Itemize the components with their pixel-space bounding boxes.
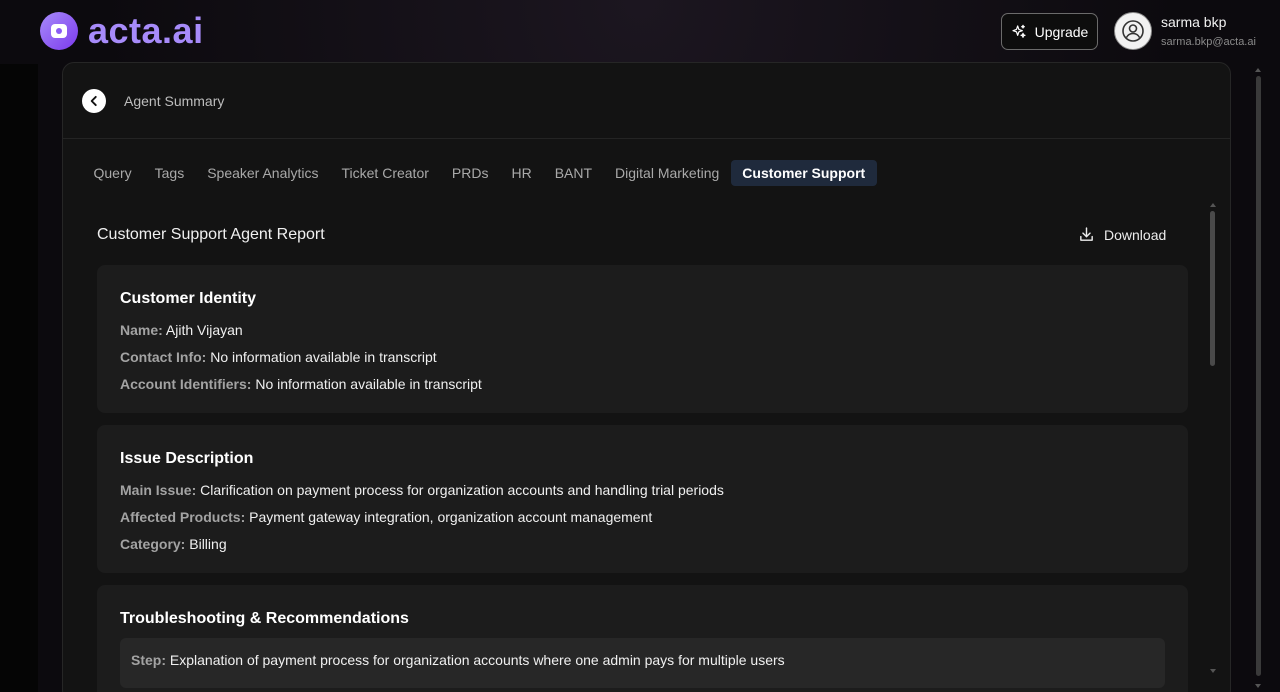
download-label: Download xyxy=(1104,226,1167,243)
logo-mark-icon xyxy=(40,12,78,50)
tab-speaker-analytics[interactable]: Speaker Analytics xyxy=(196,160,330,186)
tab-digital-marketing[interactable]: Digital Marketing xyxy=(604,160,731,186)
scroll-up-icon[interactable] xyxy=(1255,68,1261,72)
top-bar: acta.ai Upgrade sarma bkp sarma.bkp@acta… xyxy=(0,0,1280,64)
tab-tags[interactable]: Tags xyxy=(143,160,196,186)
scroll-down-icon[interactable] xyxy=(1210,669,1216,673)
logo[interactable]: acta.ai xyxy=(40,12,204,50)
agent-summary-panel: Agent Summary Query Tags Speaker Analyti… xyxy=(62,62,1231,692)
field-label: Category: xyxy=(120,536,186,552)
back-button[interactable] xyxy=(82,88,106,113)
troubleshooting-card: Troubleshooting & Recommendations Step: … xyxy=(97,585,1188,692)
scroll-down-icon[interactable] xyxy=(1255,684,1261,688)
logo-text: acta.ai xyxy=(88,10,204,51)
user-email: sarma.bkp@acta.ai xyxy=(1161,35,1256,48)
download-icon xyxy=(1080,227,1093,241)
user-info: sarma bkp sarma.bkp@acta.ai xyxy=(1161,14,1256,49)
download-button[interactable]: Download xyxy=(1078,226,1166,243)
field-label: Main Issue: xyxy=(120,482,197,498)
upgrade-label: Upgrade xyxy=(1034,23,1089,40)
issue-main-row: Main Issue: Clarification on payment pro… xyxy=(120,477,1165,504)
report-title: Customer Support Agent Report xyxy=(97,226,325,243)
field-value: No information available in transcript xyxy=(210,349,437,365)
avatar[interactable] xyxy=(1114,12,1152,50)
troubleshooting-heading: Troubleshooting & Recommendations xyxy=(120,610,409,627)
tab-query[interactable]: Query xyxy=(82,160,143,186)
scroll-up-icon[interactable] xyxy=(1210,203,1216,207)
user-name: sarma bkp xyxy=(1161,13,1227,30)
field-label: Affected Products: xyxy=(120,509,246,525)
report-scrollbar[interactable] xyxy=(1210,203,1216,673)
field-value: Billing xyxy=(189,536,227,552)
field-value: Payment gateway integration, organizatio… xyxy=(249,509,653,525)
tab-prds[interactable]: PRDs xyxy=(440,160,500,186)
issue-description-card: Issue Description Main Issue: Clarificat… xyxy=(97,425,1188,573)
chevron-left-icon xyxy=(90,95,97,106)
troubleshooting-step: Step: Explanation of payment process for… xyxy=(120,638,1165,688)
identity-account-row: Account Identifiers: No information avai… xyxy=(120,371,1165,398)
issue-category-row: Category: Billing xyxy=(120,531,1165,558)
field-label: Contact Info: xyxy=(120,349,207,365)
user-icon xyxy=(1122,20,1144,42)
step-label: Step: xyxy=(131,652,166,668)
field-label: Name: xyxy=(120,322,163,338)
customer-identity-card: Customer Identity Name: Ajith Vijayan Co… xyxy=(97,265,1188,413)
page-scrollbar-thumb[interactable] xyxy=(1256,76,1261,676)
identity-name-row: Name: Ajith Vijayan xyxy=(120,317,1165,344)
panel-header: Agent Summary xyxy=(63,63,1230,139)
field-value: No information available in transcript xyxy=(255,376,482,392)
page-title: Agent Summary xyxy=(124,92,225,109)
agent-tabs: Query Tags Speaker Analytics Ticket Crea… xyxy=(82,160,877,186)
customer-identity-heading: Customer Identity xyxy=(120,290,257,307)
step-value: Explanation of payment process for organ… xyxy=(169,652,785,668)
tab-ticket-creator[interactable]: Ticket Creator xyxy=(330,160,440,186)
field-label: Account Identifiers: xyxy=(120,376,252,392)
tab-bant[interactable]: BANT xyxy=(543,160,603,186)
issue-description-heading: Issue Description xyxy=(120,450,254,467)
tab-customer-support[interactable]: Customer Support xyxy=(730,160,877,186)
field-value: Clarification on payment process for org… xyxy=(200,482,724,498)
user-menu[interactable]: sarma bkp sarma.bkp@acta.ai xyxy=(1114,12,1256,50)
left-edge-strip xyxy=(0,64,38,692)
issue-products-row: Affected Products: Payment gateway integ… xyxy=(120,504,1165,531)
page-scrollbar[interactable] xyxy=(1255,68,1263,688)
sparkle-icon xyxy=(1012,24,1026,38)
field-value: Ajith Vijayan xyxy=(165,322,243,338)
identity-contact-row: Contact Info: No information available i… xyxy=(120,344,1165,371)
report-scrollbar-thumb[interactable] xyxy=(1210,211,1215,366)
tab-hr[interactable]: HR xyxy=(500,160,543,186)
upgrade-button[interactable]: Upgrade xyxy=(1001,13,1098,50)
